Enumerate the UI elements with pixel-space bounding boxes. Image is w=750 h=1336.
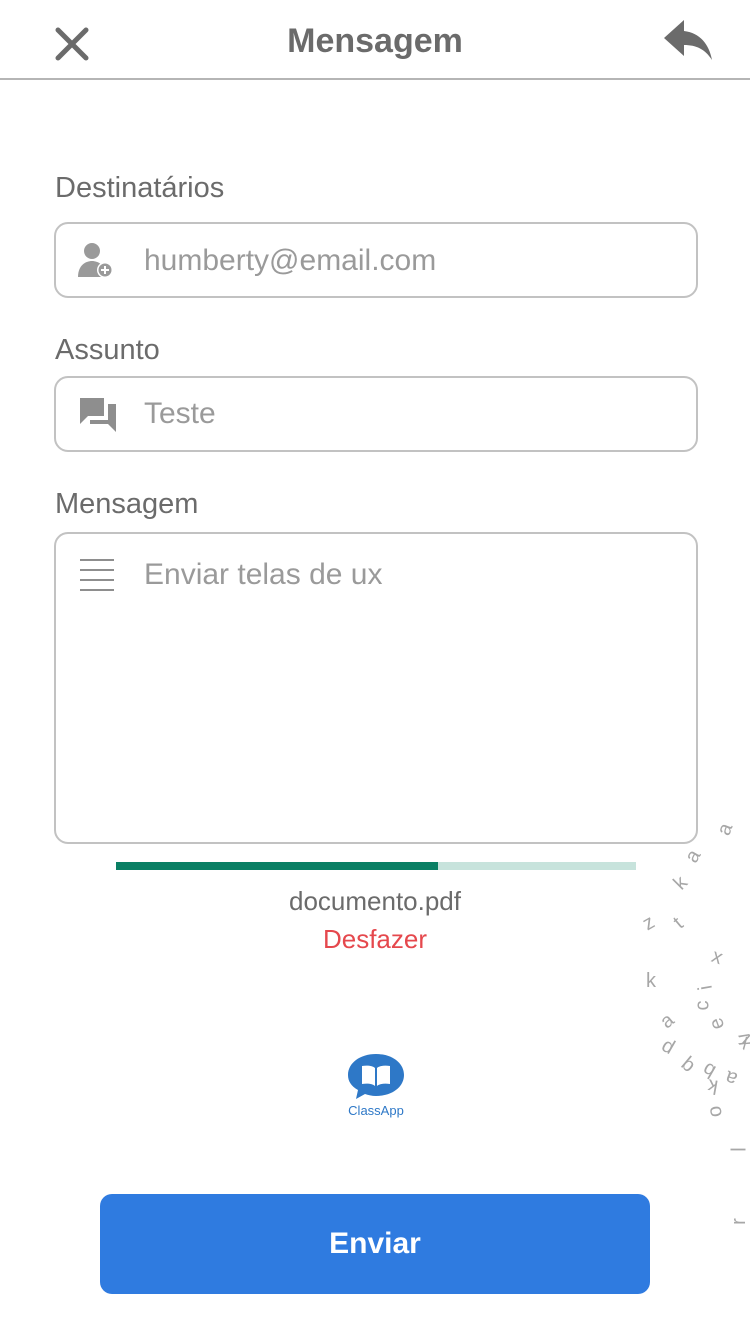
- decorative-letter: i: [694, 983, 717, 992]
- decorative-letter: a: [712, 820, 738, 839]
- decorative-letter: l: [728, 1147, 750, 1152]
- recipients-value: humberty@email.com: [144, 244, 437, 277]
- logo-text: ClassApp: [348, 1103, 404, 1118]
- decorative-letter: e: [704, 1014, 730, 1033]
- message-textarea[interactable]: Enviar telas de ux: [54, 532, 698, 844]
- decorative-letter: t: [669, 912, 688, 934]
- decorative-letter: z: [638, 911, 659, 936]
- upload-progress-bar: [116, 862, 636, 870]
- decorative-letter: o: [703, 1104, 727, 1119]
- decorative-letter: k: [646, 970, 656, 992]
- decorative-letter: a: [722, 1065, 741, 1091]
- send-button[interactable]: Enviar: [100, 1194, 650, 1294]
- add-user-icon: [78, 243, 113, 278]
- subject-label: Assunto: [55, 334, 160, 366]
- reply-icon: [664, 20, 712, 60]
- subject-value: Teste: [144, 397, 216, 430]
- recipients-label: Destinatários: [55, 172, 225, 204]
- header-bar: Mensagem: [0, 0, 750, 80]
- page-title: Mensagem: [287, 22, 463, 60]
- decorative-letter: r: [727, 1218, 750, 1225]
- decorative-letter: c: [691, 1000, 714, 1011]
- decorative-letter: x: [708, 944, 726, 970]
- book-icon: [348, 1054, 404, 1099]
- message-label: Mensagem: [55, 488, 199, 520]
- decorative-letter: q: [675, 1053, 699, 1078]
- recipients-field[interactable]: humberty@email.com: [54, 222, 698, 298]
- subject-field[interactable]: Teste: [54, 376, 698, 452]
- classapp-logo: ClassApp: [336, 1052, 416, 1122]
- upload-progress-fill: [116, 862, 439, 870]
- reply-button[interactable]: [660, 16, 716, 64]
- message-value: Enviar telas de ux: [144, 558, 383, 591]
- decorative-letter: p: [656, 1035, 678, 1061]
- decorative-letter: a: [680, 845, 706, 867]
- decorative-letter: k: [669, 871, 692, 895]
- decorative-letter: a: [655, 1009, 679, 1034]
- text-lines-icon: [80, 559, 114, 591]
- chat-icon: [80, 398, 116, 432]
- decorative-letters: aakztxkicaevpqbakxolr: [600, 800, 750, 1240]
